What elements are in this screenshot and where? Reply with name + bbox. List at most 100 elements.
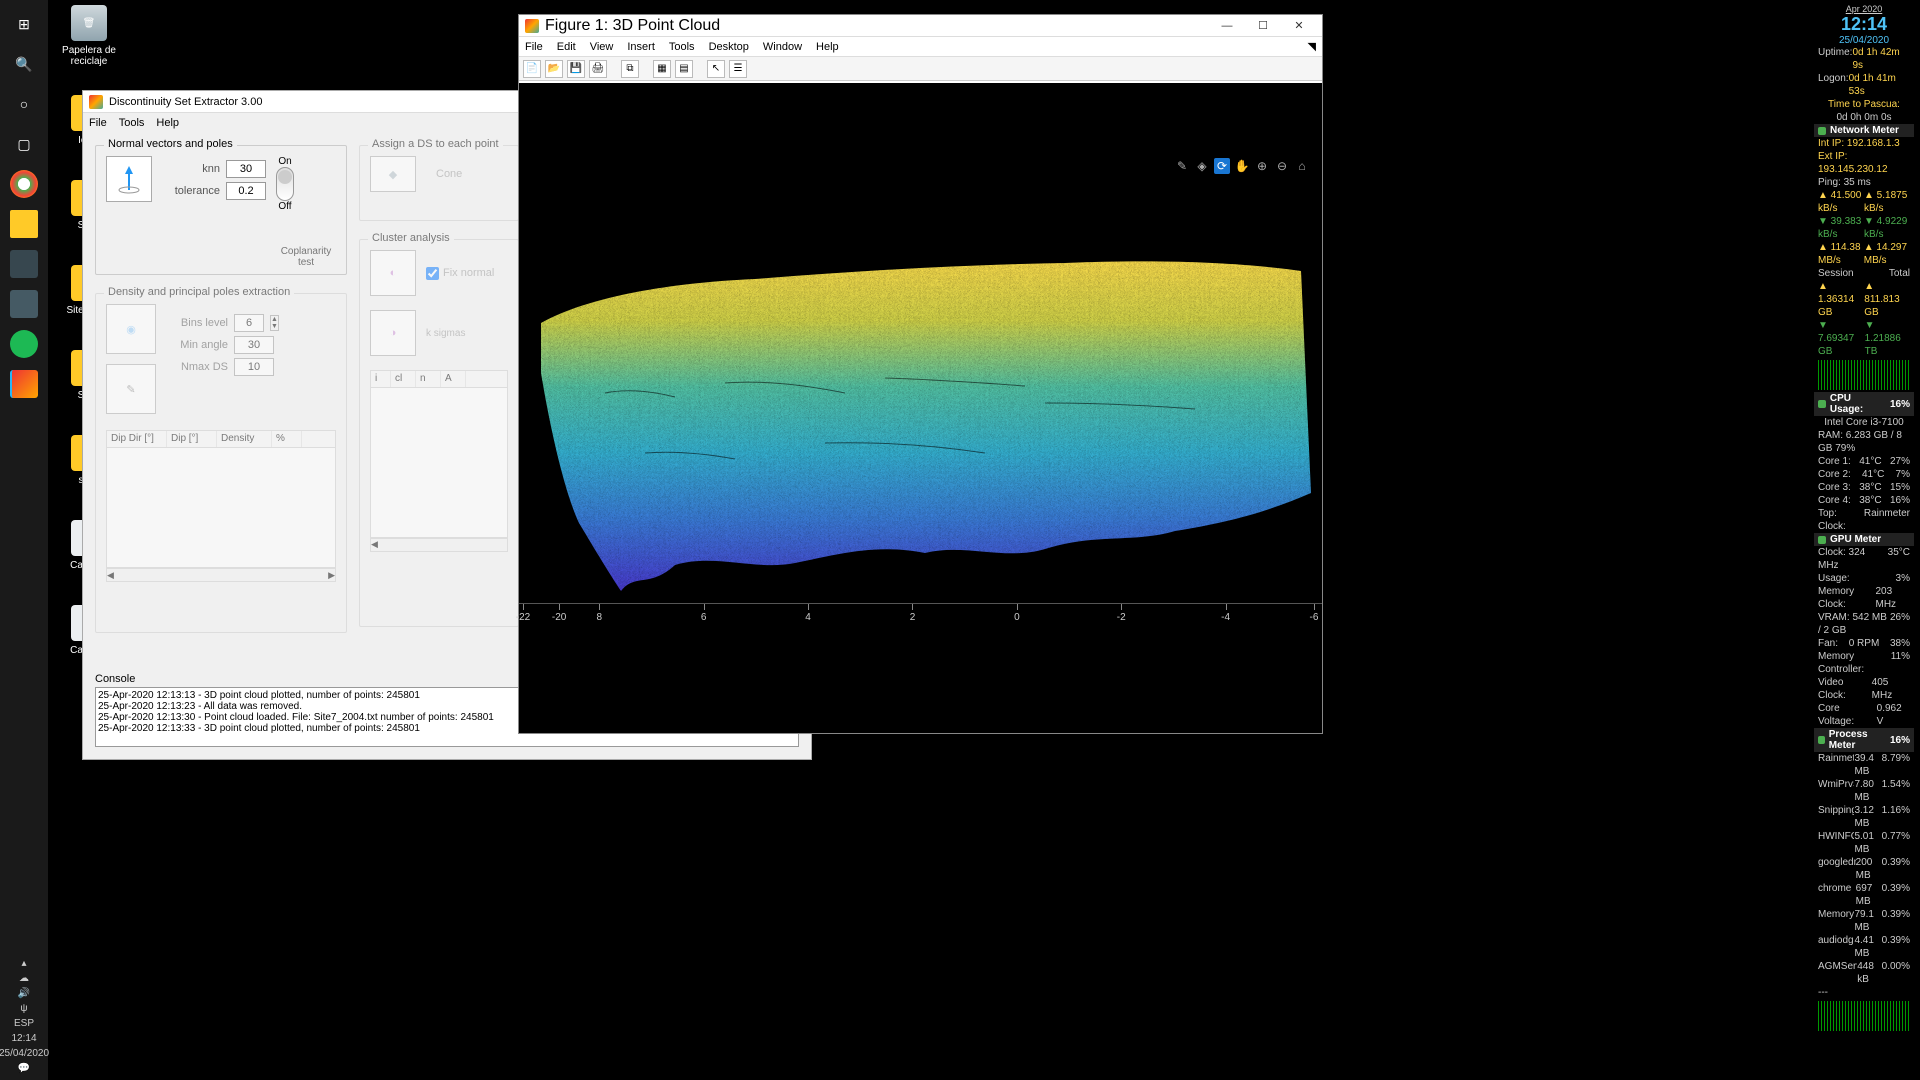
cluster-table-body[interactable]: [370, 388, 508, 538]
menu-help[interactable]: Help: [156, 117, 179, 129]
fix-normal-checkbox[interactable]: [426, 267, 439, 280]
menu-edit[interactable]: Edit: [557, 41, 576, 53]
calendar-header[interactable]: Apr 2020: [1814, 4, 1914, 14]
x-axis: -22-2086420-2-4-6: [519, 603, 1322, 633]
coplanarity-toggle[interactable]: [276, 167, 294, 201]
menu-insert[interactable]: Insert: [627, 41, 655, 53]
axis-tick-label: -4: [1221, 612, 1230, 623]
figure-titlebar[interactable]: Figure 1: 3D Point Cloud — ☐ ✕: [519, 15, 1322, 37]
pointer-icon[interactable]: ↖: [707, 60, 725, 78]
layout-icon[interactable]: ▦: [653, 60, 671, 78]
save-icon[interactable]: 💾: [567, 60, 585, 78]
process-row: googledrivesy200 MB0.39%: [1814, 856, 1914, 882]
process-row: AGMService448 kB0.00%: [1814, 960, 1914, 986]
tray-date: 25/04/2020: [0, 1048, 49, 1059]
tray-arrow-icon[interactable]: ▴: [21, 958, 26, 969]
dse-title: Discontinuity Set Extractor 3.00: [109, 96, 262, 108]
zoomout-icon[interactable]: ⊖: [1274, 158, 1290, 174]
minimize-button[interactable]: —: [1210, 17, 1244, 35]
minangle-input[interactable]: [234, 336, 274, 354]
pan-icon[interactable]: ✋: [1234, 158, 1250, 174]
props-icon[interactable]: ☰: [729, 60, 747, 78]
maximize-button[interactable]: ☐: [1246, 17, 1280, 35]
matlab-icon[interactable]: [10, 370, 38, 398]
bins-up[interactable]: ▲: [271, 316, 278, 323]
tray-usb-icon[interactable]: ψ: [20, 1003, 27, 1014]
recycle-bin[interactable]: 🗑 Papelera de reciclaje: [55, 5, 123, 67]
start-button[interactable]: ⊞: [10, 10, 38, 38]
cluster-group: Cluster analysis ◐ Fix normal ◑ k sigmas…: [359, 239, 519, 627]
tolerance-input[interactable]: [226, 182, 266, 200]
process-row: Rainmeter39.4 MB8.79%: [1814, 752, 1914, 778]
explorer-icon[interactable]: [10, 210, 38, 238]
grid-icon[interactable]: ▤: [675, 60, 693, 78]
proc-graph: [1818, 1001, 1910, 1031]
assign-button[interactable]: ◆: [370, 156, 416, 192]
matlab-icon: [89, 95, 103, 109]
plot-area[interactable]: ✎ ◈ ⟳ ✋ ⊕ ⊖ ⌂: [519, 83, 1322, 733]
clock-time: 12:14: [1814, 14, 1914, 35]
cluster-mini-header: i cl n A: [370, 370, 508, 388]
tray-notifications-icon[interactable]: 💬: [18, 1063, 30, 1074]
density-table-body[interactable]: [106, 448, 336, 568]
axis-tick-label: 2: [910, 612, 916, 623]
open-icon[interactable]: 📂: [545, 60, 563, 78]
tray-time[interactable]: 12:14: [11, 1033, 36, 1044]
tray-cloud-icon[interactable]: ☁: [19, 973, 29, 984]
cortana-icon[interactable]: ○: [10, 90, 38, 118]
chrome-icon[interactable]: [10, 170, 38, 198]
search-icon[interactable]: 🔍: [10, 50, 38, 78]
link-icon[interactable]: ⧉: [621, 60, 639, 78]
menu-file[interactable]: File: [89, 117, 107, 129]
figure-title: Figure 1: 3D Point Cloud: [545, 17, 720, 35]
knn-input[interactable]: [226, 160, 266, 178]
dock-icon[interactable]: ◥: [1308, 40, 1316, 53]
close-button[interactable]: ✕: [1282, 17, 1316, 35]
scroll-right-icon[interactable]: ▶: [328, 570, 335, 581]
axis-tick-label: 0: [1014, 612, 1020, 623]
scroll-left-icon[interactable]: ◀: [107, 570, 114, 581]
menu-view[interactable]: View: [590, 41, 614, 53]
point-cloud: [525, 193, 1315, 593]
app-icon-1[interactable]: [10, 250, 38, 278]
nmax-input[interactable]: [234, 358, 274, 376]
process-row: Memory Com...79.1 MB0.39%: [1814, 908, 1914, 934]
density-button-1[interactable]: ◉: [106, 304, 156, 354]
process-row: HWINFO645.01 MB0.77%: [1814, 830, 1914, 856]
tray-lang[interactable]: ESP: [14, 1018, 34, 1029]
net-graph: [1818, 360, 1910, 390]
menu-window[interactable]: Window: [763, 41, 802, 53]
datatip-icon[interactable]: ◈: [1194, 158, 1210, 174]
figure-toolbar: 📄 📂 💾 🖨 ⧉ ▦ ▤ ↖ ☰: [519, 57, 1322, 81]
menu-help[interactable]: Help: [816, 41, 839, 53]
taskview-icon[interactable]: ▢: [10, 130, 38, 158]
desktop-icons: 🗑 Papelera de reciclaje: [55, 5, 123, 67]
print-icon[interactable]: 🖨: [589, 60, 607, 78]
menu-desktop[interactable]: Desktop: [709, 41, 749, 53]
density-button-2[interactable]: ✎: [106, 364, 156, 414]
brush-icon[interactable]: ✎: [1174, 158, 1190, 174]
rotate-icon[interactable]: ⟳: [1214, 158, 1230, 174]
bins-input[interactable]: [234, 314, 264, 332]
axis-tick-label: -22: [516, 612, 530, 623]
scroll-left-icon[interactable]: ◀: [371, 539, 378, 551]
axis-tick-label: 8: [597, 612, 603, 623]
axis-tick-label: 6: [701, 612, 707, 623]
gpu-icon: [1818, 536, 1826, 544]
spotify-icon[interactable]: [10, 330, 38, 358]
bins-down[interactable]: ▼: [271, 323, 278, 330]
app-icon-2[interactable]: [10, 290, 38, 318]
new-icon[interactable]: 📄: [523, 60, 541, 78]
zoomin-icon[interactable]: ⊕: [1254, 158, 1270, 174]
home-icon[interactable]: ⌂: [1294, 158, 1310, 174]
menu-tools[interactable]: Tools: [119, 117, 145, 129]
cpu-icon: [1818, 400, 1826, 408]
tray-volume-icon[interactable]: 🔊: [18, 988, 30, 999]
menu-tools[interactable]: Tools: [669, 41, 695, 53]
menu-file[interactable]: File: [525, 41, 543, 53]
cluster-button-2[interactable]: ◑: [370, 310, 416, 356]
taskbar: ⊞ 🔍 ○ ▢ ▴ ☁ 🔊 ψ ESP 12:14 25/04/2020 💬: [0, 0, 48, 1080]
cluster-button-1[interactable]: ◐: [370, 250, 416, 296]
compute-normals-button[interactable]: [106, 156, 152, 202]
figure-menubar: File Edit View Insert Tools Desktop Wind…: [519, 37, 1322, 57]
